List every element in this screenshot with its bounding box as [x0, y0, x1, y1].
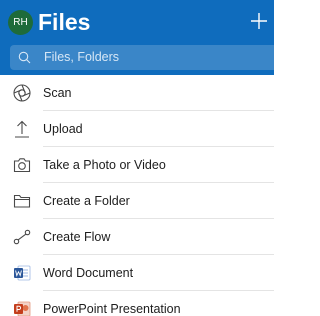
- menu-item-upload[interactable]: Upload: [0, 111, 274, 147]
- word-document-icon: [12, 263, 32, 283]
- scan-icon: [12, 83, 32, 103]
- header-bar: RH Files Files, Folders: [0, 0, 274, 75]
- folder-icon: [12, 191, 32, 211]
- menu-item-create-flow[interactable]: Create Flow: [0, 219, 274, 255]
- menu-item-label: Create Flow: [43, 230, 111, 244]
- page-title: Files: [38, 9, 91, 35]
- menu-item-label: PowerPoint Presentation: [43, 302, 181, 316]
- plus-icon: [247, 9, 271, 33]
- menu-item-label: Scan: [43, 86, 72, 100]
- search-placeholder: Files, Folders: [44, 50, 120, 64]
- powerpoint-icon: [12, 299, 32, 316]
- menu-item-label: Word Document: [43, 266, 134, 280]
- menu-item-word-document[interactable]: Word Document: [0, 255, 274, 291]
- search-input[interactable]: Files, Folders: [10, 45, 274, 70]
- app-screen: RH Files Files, Folders Scan Upload Take…: [0, 0, 274, 316]
- menu-item-create-folder[interactable]: Create a Folder: [0, 183, 274, 219]
- avatar[interactable]: RH: [8, 10, 33, 35]
- create-menu: Scan Upload Take a Photo or Video Create…: [0, 75, 274, 316]
- menu-item-scan[interactable]: Scan: [0, 75, 274, 111]
- menu-item-take-photo[interactable]: Take a Photo or Video: [0, 147, 274, 183]
- add-button[interactable]: [247, 9, 271, 33]
- search-icon: [18, 51, 31, 64]
- menu-item-label: Upload: [43, 122, 83, 136]
- menu-item-label: Take a Photo or Video: [43, 158, 166, 172]
- flow-icon: [12, 227, 32, 247]
- menu-item-label: Create a Folder: [43, 194, 130, 208]
- upload-icon: [12, 119, 32, 139]
- camera-icon: [12, 155, 32, 175]
- menu-item-powerpoint-presentation[interactable]: PowerPoint Presentation: [0, 291, 274, 316]
